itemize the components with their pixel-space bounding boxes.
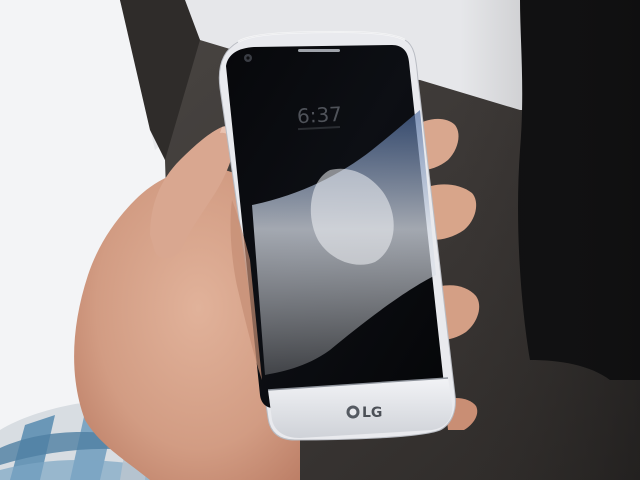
- photo-scene: 6:37 LG: [0, 0, 640, 480]
- earpiece: [298, 49, 340, 52]
- right-shadow: [460, 0, 640, 480]
- always-on-clock: 6:37: [296, 102, 342, 128]
- photo-canvas: 6:37 LG: [0, 0, 640, 480]
- lg-logo-text: LG: [362, 405, 382, 421]
- camera-lens: [246, 56, 250, 60]
